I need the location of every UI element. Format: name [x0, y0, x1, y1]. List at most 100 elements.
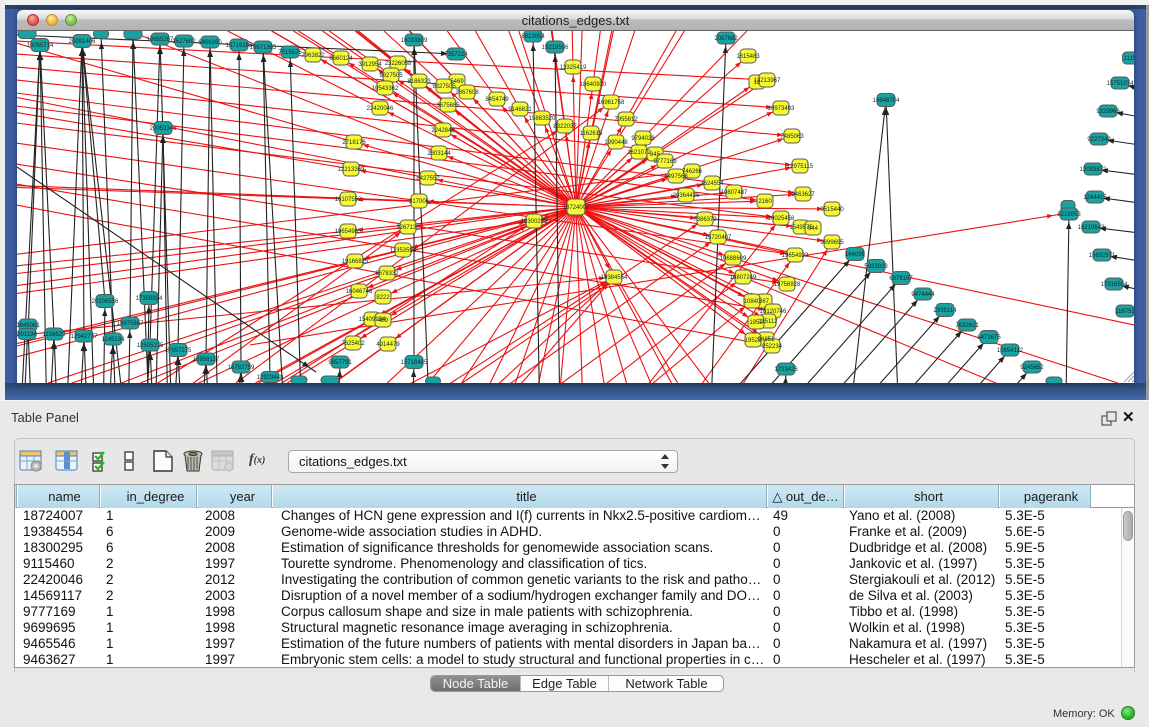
svg-text:8186323: 8186323 [407, 79, 431, 85]
svg-text:7625402: 7625402 [341, 341, 365, 347]
svg-text:8454749: 8454749 [485, 97, 509, 103]
svg-text:8660124: 8660124 [329, 56, 353, 62]
svg-text:2867608: 2867608 [455, 90, 479, 96]
svg-text:12505135: 12505135 [137, 343, 164, 349]
svg-text:9146821: 9146821 [508, 107, 532, 113]
svg-text:22420046: 22420046 [367, 106, 394, 112]
svg-text:391194: 391194 [17, 332, 37, 338]
svg-text:10840: 10840 [744, 299, 761, 305]
svg-text:20053346: 20053346 [150, 126, 177, 132]
svg-text:19654985: 19654985 [335, 229, 362, 235]
svg-text:15692971: 15692971 [1089, 253, 1116, 259]
svg-text:18807249: 18807249 [730, 275, 757, 281]
svg-text:13325419: 13325419 [560, 65, 587, 71]
svg-text:2160: 2160 [758, 199, 772, 205]
svg-text:11353594: 11353594 [390, 248, 417, 254]
svg-text:4914479: 4914479 [376, 342, 400, 348]
svg-text:8813054: 8813054 [521, 34, 545, 40]
svg-text:9857791: 9857791 [328, 360, 352, 366]
svg-text:6879197: 6879197 [889, 276, 913, 282]
svg-text:2087682: 2087682 [714, 36, 738, 42]
svg-text:9827505: 9827505 [379, 73, 403, 79]
svg-text:9777169: 9777169 [653, 159, 677, 165]
svg-text:19218506: 19218506 [542, 45, 569, 51]
svg-text:6466160: 6466160 [198, 40, 222, 46]
svg-text:1527602: 1527602 [172, 39, 196, 45]
svg-text:8322037: 8322037 [553, 124, 577, 130]
svg-text:14055714: 14055714 [27, 43, 54, 49]
svg-text:10654112: 10654112 [997, 348, 1024, 354]
svg-text:19525: 19525 [745, 338, 762, 344]
svg-text:845: 845 [650, 152, 661, 158]
svg-text:7963822: 7963822 [301, 53, 325, 59]
svg-text:15751074: 15751074 [1107, 81, 1134, 87]
svg-text:16961758: 16961758 [598, 100, 625, 106]
svg-text:10958137: 10958137 [193, 357, 220, 363]
svg-text:19654923: 19654923 [782, 253, 809, 259]
svg-text:867: 867 [759, 299, 770, 305]
svg-text:12975115: 12975115 [787, 164, 814, 170]
svg-text:17359924: 17359924 [136, 296, 163, 302]
svg-text:18300295: 18300295 [521, 219, 548, 225]
svg-text:1615483: 1615483 [736, 54, 760, 60]
svg-text:18640910: 18640910 [580, 82, 607, 88]
svg-text:17957275: 17957275 [165, 348, 192, 354]
svg-text:10543362: 10543362 [372, 86, 399, 92]
svg-text:19166825: 19166825 [342, 259, 369, 265]
svg-text:19384554: 19384554 [601, 275, 628, 281]
svg-text:9245652: 9245652 [1020, 365, 1044, 371]
svg-text:10655267: 10655267 [147, 37, 174, 43]
svg-text:12213369: 12213369 [338, 167, 365, 173]
svg-text:1145134: 1145134 [102, 337, 126, 343]
svg-text:7485063: 7485063 [780, 134, 804, 140]
svg-text:20091406: 20091406 [69, 39, 96, 45]
svg-text:1162615: 1162615 [580, 131, 604, 137]
svg-text:19756928: 19756928 [774, 282, 801, 288]
svg-text:12923448: 12923448 [257, 375, 284, 381]
svg-text:19975887: 19975887 [117, 321, 144, 327]
svg-text:8222: 8222 [376, 295, 390, 301]
svg-text:164095: 164095 [845, 252, 866, 258]
svg-text:2803144: 2803144 [427, 151, 451, 157]
svg-text:12093872: 12093872 [1080, 167, 1107, 173]
svg-text:317006: 317006 [409, 199, 430, 205]
svg-text:6497568: 6497568 [664, 174, 688, 180]
svg-text:7515526: 7515526 [278, 50, 302, 56]
svg-text:15883520: 15883520 [529, 116, 556, 122]
svg-text:7955812: 7955812 [614, 117, 638, 123]
svg-text:2718176: 2718176 [342, 140, 366, 146]
svg-text:16033809: 16033809 [401, 38, 428, 44]
svg-text:12942737: 12942737 [71, 334, 98, 340]
svg-text:1621072: 1621072 [627, 150, 651, 156]
svg-text:489: 489 [378, 318, 389, 324]
svg-text:16671385: 16671385 [250, 45, 277, 51]
svg-text:9327505: 9327505 [432, 84, 456, 90]
svg-text:7386372: 7386372 [693, 217, 717, 223]
svg-text:18724007: 18724007 [563, 205, 590, 211]
svg-text:1115: 1115 [1124, 56, 1134, 62]
svg-text:7357224: 7357224 [444, 52, 468, 58]
svg-text:5933928: 5933928 [864, 264, 888, 270]
svg-text:9463627: 9463627 [791, 192, 815, 198]
svg-text:3912954: 3912954 [358, 62, 382, 68]
svg-text:116753: 116753 [1115, 309, 1134, 315]
svg-text:644: 644 [808, 226, 819, 232]
svg-text:2935114: 2935114 [934, 308, 958, 314]
svg-text:10807487: 10807487 [721, 190, 748, 196]
svg-text:3675685: 3675685 [436, 103, 460, 109]
svg-text:9227349: 9227349 [1087, 137, 1111, 143]
svg-text:1952: 1952 [749, 320, 763, 326]
svg-text:1845061: 1845061 [17, 323, 40, 329]
svg-text:8215953: 8215953 [1057, 212, 1081, 218]
svg-text:23226058: 23226058 [385, 61, 412, 67]
svg-text:16210643: 16210643 [1078, 225, 1105, 231]
svg-text:1156829: 1156829 [43, 332, 67, 338]
svg-text:9699695: 9699695 [820, 240, 844, 246]
svg-text:10688609: 10688609 [720, 256, 747, 262]
svg-text:8471676: 8471676 [977, 335, 1001, 341]
svg-text:16120746: 16120746 [760, 309, 787, 315]
svg-text:1244415: 1244415 [1083, 195, 1107, 201]
svg-text:16648784: 16648784 [873, 98, 900, 104]
svg-text:3267130: 3267130 [396, 225, 420, 231]
svg-text:16782759: 16782759 [228, 365, 255, 371]
